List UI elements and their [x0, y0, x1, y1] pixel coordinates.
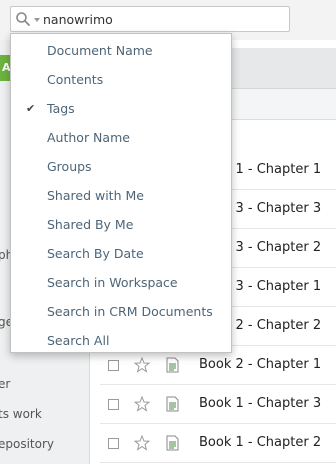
document-title[interactable]: Book 1 - Chapter 2 — [199, 435, 321, 450]
dropdown-item[interactable]: Author Name — [11, 123, 231, 152]
dropdown-item-label: Document Name — [47, 43, 153, 58]
row-checkbox[interactable] — [108, 438, 119, 449]
dropdown-item-label: Search in Workspace — [47, 275, 178, 290]
star-icon[interactable] — [134, 357, 150, 373]
dropdown-item[interactable]: Search All — [11, 326, 231, 355]
dropdown-item[interactable]: ✔ Tags — [11, 94, 231, 123]
dropdown-item-label: Search All — [47, 333, 110, 348]
star-icon[interactable] — [134, 396, 150, 412]
dropdown-item-label: Shared By Me — [47, 217, 134, 232]
search-icon[interactable] — [15, 11, 31, 27]
dropdown-item-label: Groups — [47, 159, 92, 174]
table-row[interactable]: Book 1 - Chapter 2 — [100, 425, 336, 463]
star-icon[interactable] — [134, 435, 150, 451]
row-checkbox[interactable] — [108, 360, 119, 371]
check-icon: ✔ — [26, 102, 36, 115]
dropdown-item[interactable]: Shared By Me — [11, 210, 231, 239]
search-input[interactable] — [43, 9, 283, 29]
document-icon — [166, 396, 179, 412]
sidebar-item-label[interactable]: epository — [0, 437, 54, 451]
document-title[interactable]: Book 2 - Chapter 1 — [199, 357, 321, 372]
search-scope-dropdown: Document Name Contents ✔ Tags Author Name Gro… — [10, 33, 232, 353]
document-icon — [166, 435, 179, 451]
dropdown-item[interactable]: Search in CRM Documents — [11, 297, 231, 326]
chevron-down-icon[interactable] — [34, 18, 40, 22]
row-checkbox[interactable] — [108, 399, 119, 410]
dropdown-item[interactable]: Search By Date — [11, 239, 231, 268]
dropdown-item-label: Shared with Me — [47, 188, 144, 203]
dropdown-item-label: Search in CRM Documents — [47, 304, 213, 319]
dropdown-item-label: Tags — [47, 101, 75, 116]
dropdown-item[interactable]: Shared with Me — [11, 181, 231, 210]
dropdown-item[interactable]: Contents — [11, 65, 231, 94]
document-title[interactable]: Book 1 - Chapter 3 — [199, 396, 321, 411]
dropdown-item[interactable]: Document Name — [11, 36, 231, 65]
search-box[interactable] — [10, 6, 290, 32]
dropdown-item[interactable]: Groups — [11, 152, 231, 181]
table-row[interactable]: Book 1 - Chapter 3 — [100, 386, 336, 424]
document-icon — [166, 357, 179, 373]
dropdown-item-label: Author Name — [47, 130, 130, 145]
sidebar-item-label[interactable]: ts work — [0, 407, 42, 421]
dropdown-item-label: Contents — [47, 72, 104, 87]
dropdown-item-label: Search By Date — [47, 246, 144, 261]
sidebar-item-label[interactable]: er — [0, 377, 10, 391]
dropdown-item[interactable]: Search in Workspace — [11, 268, 231, 297]
